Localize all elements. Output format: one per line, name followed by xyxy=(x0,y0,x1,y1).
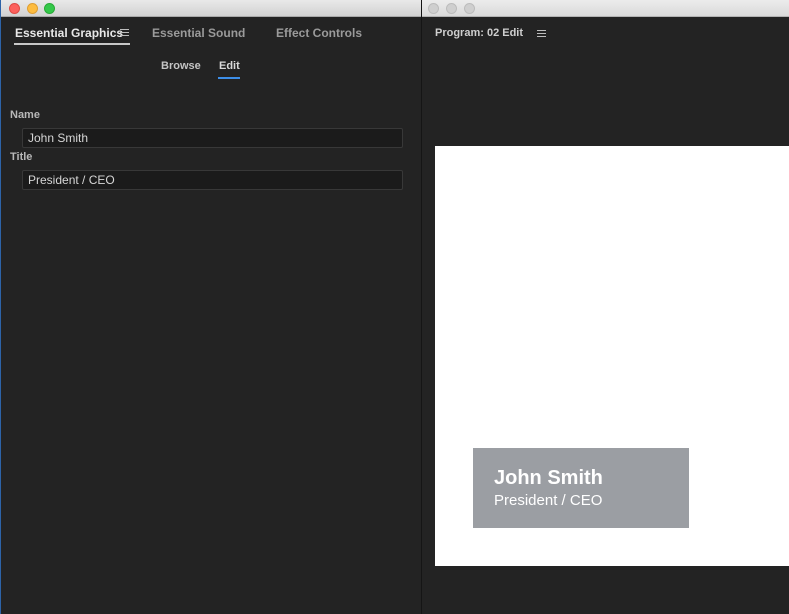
close-window-icon[interactable] xyxy=(428,3,439,14)
panel-tab-bar: Essential Graphics Essential Sound Effec… xyxy=(1,17,421,47)
subtab-edit[interactable]: Edit xyxy=(219,60,240,72)
active-subtab-indicator xyxy=(218,77,240,79)
active-tab-indicator xyxy=(14,43,130,45)
close-window-icon[interactable] xyxy=(9,3,20,14)
tab-program-monitor[interactable]: Program: 02 Edit xyxy=(435,27,523,39)
program-monitor-frame[interactable]: John Smith President / CEO xyxy=(435,146,789,566)
program-monitor-window: Program: 02 Edit John Smith President / … xyxy=(421,0,789,614)
tab-effect-controls[interactable]: Effect Controls xyxy=(276,26,362,40)
zoom-window-icon[interactable] xyxy=(464,3,475,14)
tab-essential-graphics[interactable]: Essential Graphics xyxy=(15,26,123,40)
window-titlebar xyxy=(1,0,421,17)
lower-third-graphic[interactable]: John Smith President / CEO xyxy=(473,448,689,528)
subtab-browse[interactable]: Browse xyxy=(161,60,201,72)
lower-third-title: President / CEO xyxy=(494,492,603,509)
title-field-label: Title xyxy=(10,151,33,163)
minimize-window-icon[interactable] xyxy=(446,3,457,14)
tab-essential-sound[interactable]: Essential Sound xyxy=(152,26,245,40)
essential-graphics-window: Essential Graphics Essential Sound Effec… xyxy=(0,0,421,614)
zoom-window-icon[interactable] xyxy=(44,3,55,14)
panel-menu-icon[interactable] xyxy=(120,29,129,37)
panel-menu-icon[interactable] xyxy=(537,30,546,38)
name-field-label: Name xyxy=(10,109,40,121)
name-field[interactable] xyxy=(22,128,403,148)
lower-third-name: John Smith xyxy=(494,467,603,489)
minimize-window-icon[interactable] xyxy=(27,3,38,14)
window-titlebar xyxy=(422,0,789,17)
title-field[interactable] xyxy=(22,170,403,190)
